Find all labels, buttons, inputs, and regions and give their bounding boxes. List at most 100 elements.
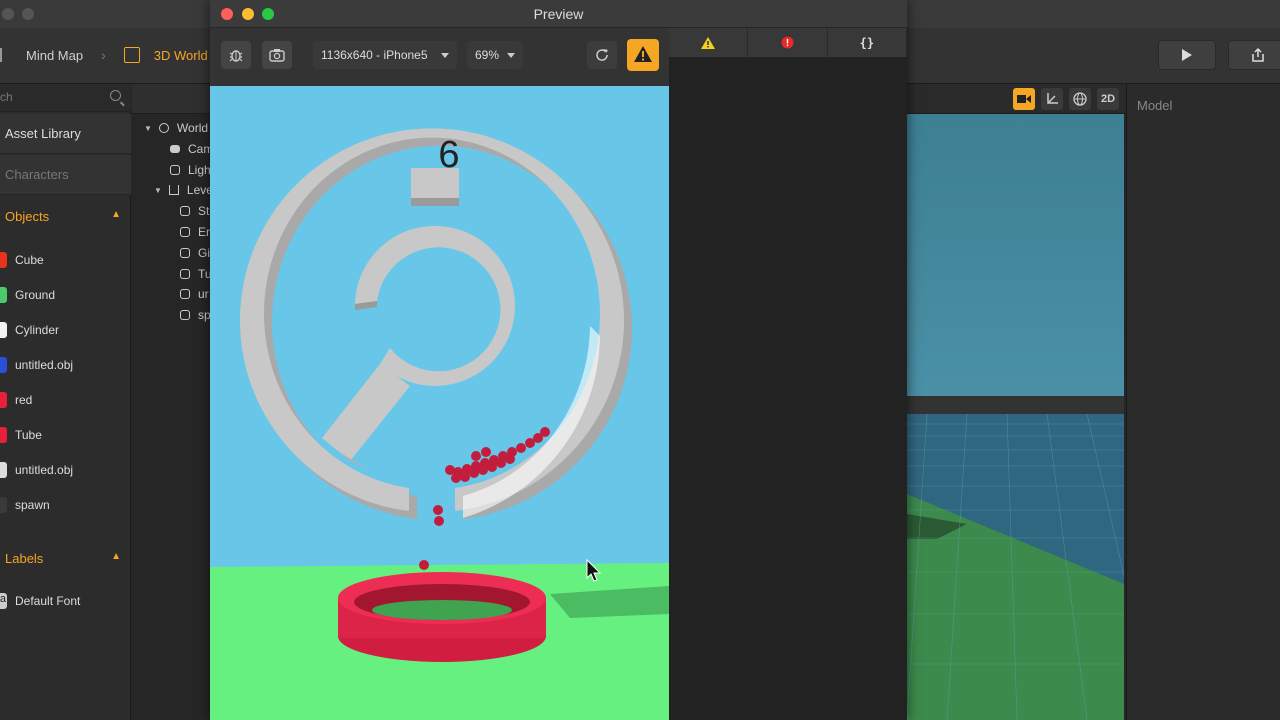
mode-2d-button[interactable]: 2D bbox=[1097, 88, 1119, 110]
chevron-up-icon: ▲ bbox=[111, 209, 121, 220]
node-icon bbox=[170, 164, 180, 175]
section-label: Characters bbox=[5, 167, 69, 182]
score-label: 6 bbox=[438, 134, 460, 176]
object-swatch-icon bbox=[0, 427, 7, 443]
preview-title-bar: Preview bbox=[210, 0, 907, 28]
game-scene bbox=[210, 128, 669, 720]
ring-gate-edge bbox=[411, 198, 459, 206]
error-icon bbox=[781, 36, 794, 49]
scene-viewport[interactable] bbox=[907, 114, 1124, 720]
globe-icon bbox=[1073, 92, 1087, 106]
app-window: Mind Map › 3D World ch Asset Library Cha… bbox=[0, 0, 1280, 720]
object-swatch-icon bbox=[0, 497, 7, 513]
reload-button[interactable] bbox=[587, 41, 617, 69]
json-icon: {} bbox=[859, 35, 875, 50]
list-item[interactable]: a Default Font bbox=[0, 586, 131, 616]
tree-item-label: ur bbox=[198, 287, 209, 302]
properties-model-label: Model bbox=[1137, 98, 1173, 113]
share-button[interactable] bbox=[1228, 40, 1280, 70]
play-button[interactable] bbox=[1158, 40, 1216, 70]
object-swatch-icon bbox=[0, 287, 7, 303]
chevron-down-icon[interactable]: ▼ bbox=[154, 186, 162, 195]
zoom-select[interactable]: 69% bbox=[467, 41, 523, 69]
node-icon bbox=[180, 247, 190, 258]
console-tabs: {} bbox=[669, 28, 907, 58]
chevron-down-icon[interactable]: ▼ bbox=[144, 124, 152, 133]
list-item-label: Default Font bbox=[15, 594, 81, 608]
object-swatch-icon bbox=[0, 322, 7, 338]
level-icon bbox=[168, 185, 179, 196]
globe-button[interactable] bbox=[1069, 88, 1091, 110]
labels-header-label: Labels bbox=[5, 550, 44, 566]
close-window-button[interactable] bbox=[2, 8, 14, 20]
play-icon bbox=[1182, 49, 1192, 61]
device-select-value: 1136x640 - iPhone5 bbox=[321, 48, 428, 62]
list-item[interactable]: Cube bbox=[0, 245, 131, 275]
font-icon: a bbox=[0, 593, 7, 609]
breadcrumb: Mind Map › 3D World bbox=[0, 40, 208, 70]
list-item-label: Tube bbox=[15, 428, 42, 442]
list-item[interactable]: untitled.obj bbox=[0, 455, 131, 485]
viewport-toolbar: 2D bbox=[907, 84, 1126, 114]
scene-tree: ▼ World Cam Ligh ▼ Leve St Er Gi Tu ur sp bbox=[132, 84, 213, 720]
inner-ring bbox=[355, 225, 515, 386]
tab-warnings[interactable] bbox=[669, 28, 749, 57]
minimize-window-button[interactable] bbox=[22, 8, 34, 20]
object-swatch-icon bbox=[0, 357, 7, 373]
tube-container bbox=[338, 572, 546, 662]
tree-item-label: sp bbox=[198, 308, 211, 323]
device-select[interactable]: 1136x640 - iPhone5 bbox=[313, 41, 457, 69]
properties-panel: Model bbox=[1126, 84, 1280, 720]
game-canvas[interactable]: 6 bbox=[210, 86, 669, 720]
objects-header-label: Objects bbox=[5, 208, 50, 224]
breadcrumb-3d-world[interactable]: 3D World bbox=[154, 48, 208, 63]
list-item[interactable]: Tube bbox=[0, 420, 131, 450]
node-icon bbox=[180, 268, 190, 279]
warnings-button[interactable] bbox=[627, 39, 659, 71]
bug-icon bbox=[229, 50, 243, 62]
tree-item-label: Ligh bbox=[188, 162, 211, 177]
labels-header[interactable]: Labels ▲ bbox=[0, 538, 131, 578]
list-item-label: untitled.obj bbox=[15, 463, 74, 477]
node-icon bbox=[180, 206, 190, 217]
section-asset-library[interactable]: Asset Library bbox=[0, 114, 131, 154]
asset-sidebar: ch Asset Library Characters Objects ▲ Cu… bbox=[0, 84, 131, 720]
list-item[interactable]: Cylinder bbox=[0, 315, 131, 345]
debug-button[interactable] bbox=[221, 41, 251, 69]
transform-button[interactable] bbox=[1041, 88, 1063, 110]
preview-window: Preview 1136x640 - iPhone5 69% {} 6 bbox=[210, 0, 907, 720]
tree-item-label: St bbox=[198, 204, 210, 219]
section-characters[interactable]: Characters bbox=[0, 155, 131, 195]
tree-item-label: World bbox=[176, 121, 209, 135]
object-swatch-icon bbox=[0, 252, 7, 268]
search-input-text: ch bbox=[0, 90, 13, 104]
list-item[interactable]: red bbox=[0, 385, 131, 415]
list-item[interactable]: untitled.obj bbox=[0, 350, 131, 380]
object-swatch-icon bbox=[0, 392, 7, 408]
breadcrumb-mind-map[interactable]: Mind Map bbox=[26, 48, 83, 63]
refresh-icon bbox=[596, 49, 608, 61]
node-icon bbox=[180, 227, 190, 237]
list-item[interactable]: Ground bbox=[0, 280, 131, 310]
tree-item-label: Er bbox=[198, 225, 210, 239]
warning-icon bbox=[634, 46, 652, 62]
tab-errors[interactable] bbox=[748, 28, 828, 57]
tab-json[interactable]: {} bbox=[828, 28, 907, 57]
camera-view-button[interactable] bbox=[1013, 88, 1035, 110]
scene-tree-header bbox=[132, 84, 210, 114]
breadcrumb-separator-icon: › bbox=[101, 47, 106, 63]
list-item-label: Cylinder bbox=[15, 323, 60, 337]
node-icon bbox=[180, 310, 190, 321]
list-item[interactable]: spawn bbox=[0, 490, 131, 520]
connector-bar bbox=[322, 364, 410, 461]
node-icon bbox=[180, 289, 190, 300]
screenshot-button[interactable] bbox=[262, 41, 292, 69]
search-icon bbox=[110, 90, 121, 101]
tree-item-label: Gi bbox=[198, 245, 210, 260]
search-input[interactable]: ch bbox=[0, 84, 131, 112]
chevron-down-icon bbox=[441, 53, 449, 58]
objects-header[interactable]: Objects ▲ bbox=[0, 196, 131, 236]
axis-icon bbox=[1047, 93, 1058, 104]
console-output bbox=[669, 58, 907, 720]
list-item-label: spawn bbox=[15, 498, 50, 512]
